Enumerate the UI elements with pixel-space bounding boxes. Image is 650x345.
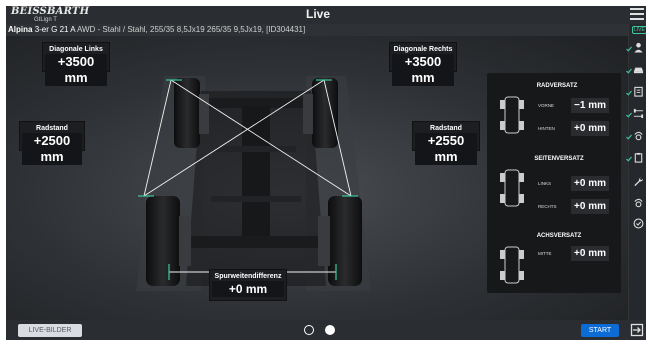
wheelbase-left-value: +2500 mm [22,133,82,165]
diagonal-left-label: Diagonale Links [49,46,103,53]
car-topview-icon [500,246,524,284]
brand-name: BEISSBARTH [11,6,90,17]
right-sidebar: LIVE [626,24,646,320]
links-label: LINKS [538,181,552,186]
page-title: Live [306,7,331,21]
wheelbase-left-label: Radstand [36,125,68,132]
tire-sensor-icon[interactable] [629,194,646,210]
radversatz-title: RADVERSATZ [536,83,578,89]
offset-panel: RADVERSATZ VORNE −1 mm HINTEN +0 mm SEIT… [487,73,621,293]
car-topview-icon [500,96,524,134]
diagonal-right-readout: Diagonale Rechts +3500 mm [389,42,457,86]
check-circle-icon[interactable] [629,215,646,231]
completed-check-icon [626,156,632,162]
diagonal-left-value: +3500 mm [45,54,107,86]
app-window: BEISSBARTH GtLign T Live Alpina 3-er G 2… [6,6,646,340]
wheelbase-right-label: Radstand [430,125,462,132]
rechts-value: +0 mm [571,199,609,214]
vehicle-make: Alpina [8,25,33,34]
live-tag: LIVE [632,26,646,34]
car-topview-icon [500,169,524,207]
completed-check-icon [626,68,632,74]
wrench-icon[interactable] [629,173,646,189]
mitte-label: MITTE [538,251,552,256]
vorne-value: −1 mm [571,98,609,113]
hinten-label: HINTEN [538,126,555,131]
wheelbase-left-readout: Radstand +2500 mm [19,121,85,165]
live-images-button[interactable]: LIVE-BILDER [18,324,82,337]
vehicle-details: AWD - Stahl / Stahl, 255/35 8,5Jx19 265/… [76,25,306,34]
hamburger-menu-icon[interactable] [630,8,644,22]
links-value: +0 mm [571,176,609,191]
exit-icon[interactable] [630,323,644,337]
track-width-difference-label: Spurweitendifferenz [214,273,282,280]
completed-check-icon [626,112,632,118]
rechts-label: RECHTS [538,204,557,209]
bottom-bar: LIVE-BILDER START [6,320,646,340]
seitenversatz-title: SEITENVERSATZ [534,156,584,162]
vehicle-info-bar: Alpina 3-er G 21 A AWD - Stahl / Stahl, … [6,24,628,36]
achsversatz-title: ACHSVERSATZ [536,233,582,239]
live-view-stage: Diagonale Links +3500 mm Diagonale Recht… [6,36,628,320]
vehicle-model: 3-er G 21 A [34,25,76,34]
vorne-label: VORNE [538,103,555,108]
page-indicator-2[interactable] [325,325,335,335]
wheelbase-right-value: +2550 mm [415,133,477,165]
completed-check-icon [626,90,632,96]
page-indicator-1[interactable] [304,325,314,335]
start-button[interactable]: START [581,324,619,337]
diagonal-right-value: +3500 mm [392,54,454,86]
track-width-difference-readout: Spurweitendifferenz +0 mm [209,269,287,301]
wheelbase-right-readout: Radstand +2550 mm [412,121,480,165]
hinten-value: +0 mm [571,121,609,136]
mitte-value: +0 mm [571,246,609,261]
brand-subtitle: GtLign T [34,17,57,23]
track-width-difference-value: +0 mm [212,281,284,297]
completed-check-icon [626,46,632,52]
completed-check-icon [626,134,632,140]
diagonal-right-label: Diagonale Rechts [393,46,453,53]
brand-logo: BEISSBARTH GtLign T [11,6,97,24]
top-bar: BEISSBARTH GtLign T Live [6,6,646,24]
diagonal-left-readout: Diagonale Links +3500 mm [42,42,110,86]
